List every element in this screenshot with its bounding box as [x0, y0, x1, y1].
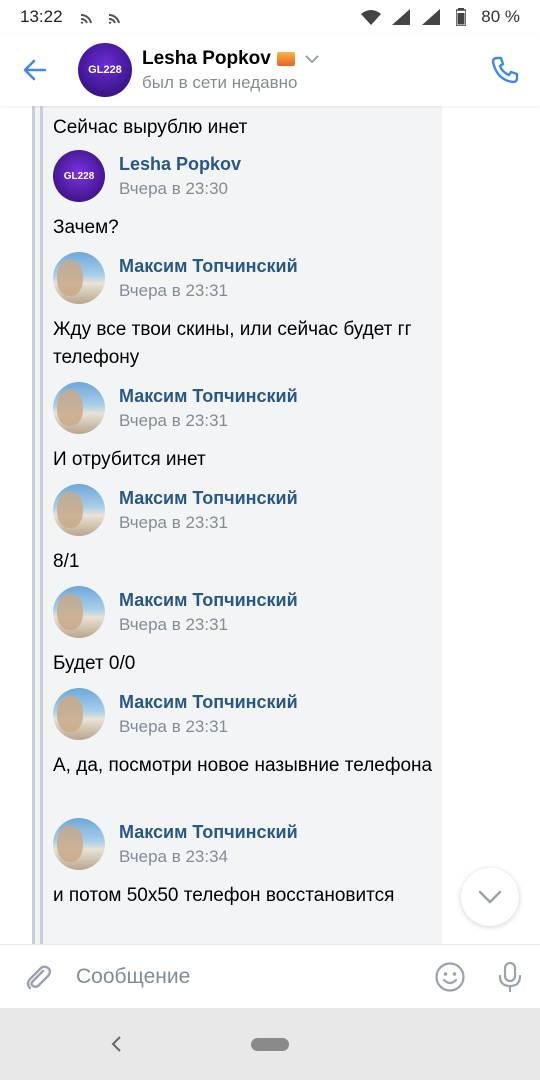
avatar[interactable] [53, 688, 105, 740]
chat-info[interactable]: Lesha Popkov был в сети недавно [142, 48, 319, 93]
call-button[interactable] [470, 34, 540, 106]
message-time: Вчера в 23:31 [119, 614, 229, 634]
scroll-to-bottom-button[interactable] [461, 868, 519, 926]
signal-icon [391, 8, 411, 26]
message-time: Вчера в 23:31 [119, 280, 229, 300]
author-name[interactable]: Максим Топчинский [119, 692, 298, 713]
system-nav-bar [0, 1008, 540, 1080]
chevron-left-icon [111, 1036, 121, 1052]
message-time: Вчера в 23:30 [119, 178, 229, 198]
cast-icon-2 [105, 8, 125, 26]
arrow-left-icon [23, 59, 47, 81]
message-input[interactable] [76, 956, 420, 997]
author-name[interactable]: Максим Топчинский [119, 386, 298, 407]
message-time: Вчера в 23:31 [119, 512, 229, 532]
avatar[interactable] [53, 484, 105, 536]
message-header: Максим Топчинский Вчера в 23:31 [53, 382, 298, 434]
message-text: 8/1 [53, 551, 80, 572]
message-time: Вчера в 23:31 [119, 716, 229, 736]
message-header: GL228 Lesha Popkov Вчера в 23:30 [53, 150, 241, 202]
avatar[interactable]: GL228 [53, 150, 105, 202]
author-name[interactable]: Максим Топчинский [119, 822, 298, 843]
system-home-button[interactable] [251, 1037, 289, 1051]
message-text: А, да, посмотри новое назывние телефона [53, 755, 433, 776]
smile-icon [435, 961, 465, 992]
online-status: был в сети недавно [142, 72, 298, 92]
voice-message-button[interactable] [480, 945, 540, 1009]
message-text: Будет 0/0 [53, 653, 136, 674]
message-header: Максим Топчинский Вчера в 23:34 [53, 818, 298, 870]
message-header: Максим Топчинский Вчера в 23:31 [53, 252, 298, 304]
avatar-text: GL228 [88, 64, 122, 76]
message-time: Вчера в 23:31 [119, 410, 229, 430]
message-header: Максим Топчинский Вчера в 23:31 [53, 586, 298, 638]
status-bar: 13:22 80 % [0, 0, 540, 34]
chevron-down-icon [305, 54, 319, 63]
message-text: Сейчас вырублю инет [53, 117, 248, 138]
message-text: Жду все твои скины, или сейчас будет гг … [53, 319, 412, 368]
battery-icon [451, 8, 471, 26]
avatar[interactable] [53, 382, 105, 434]
chat-header: GL228 Lesha Popkov был в сети недавно [0, 34, 540, 106]
status-time: 13:22 [20, 7, 63, 26]
message-composer [0, 944, 540, 1008]
avatar[interactable] [53, 252, 105, 304]
battery-percent: 80 % [481, 7, 520, 26]
forward-divider [40, 106, 43, 944]
microphone-icon [498, 961, 522, 992]
chat-title: Lesha Popkov [142, 47, 271, 69]
chevron-down-icon [478, 890, 502, 904]
attach-button[interactable] [0, 945, 76, 1009]
message-text: Зачем? [53, 217, 119, 238]
author-name[interactable]: Максим Топчинский [119, 590, 298, 611]
message-header: Максим Топчинский Вчера в 23:31 [53, 484, 298, 536]
avatar[interactable]: GL228 [78, 43, 132, 97]
paperclip-icon [26, 965, 52, 989]
message-time: Вчера в 23:34 [119, 846, 229, 866]
avatar[interactable] [53, 818, 105, 870]
signal-icon-2 [421, 8, 441, 26]
avatar[interactable] [53, 586, 105, 638]
message-text: и потом 50х50 телефон восстановится [53, 885, 395, 906]
message-list[interactable]: Сейчас вырублю инет GL228 Lesha Popkov В… [0, 106, 540, 944]
author-name[interactable]: Максим Топчинский [119, 256, 298, 277]
system-back-button[interactable] [105, 1032, 129, 1056]
emoji-button[interactable] [420, 945, 480, 1009]
cast-icon [77, 8, 97, 26]
phone-icon [491, 56, 519, 84]
author-name[interactable]: Lesha Popkov [119, 154, 241, 175]
sunrise-emoji-icon [276, 51, 295, 66]
message-text: И отрубится инет [53, 449, 206, 470]
wifi-icon [361, 8, 382, 26]
message-header: Максим Топчинский Вчера в 23:31 [53, 688, 298, 740]
author-name[interactable]: Максим Топчинский [119, 488, 298, 509]
back-button[interactable] [0, 34, 70, 106]
